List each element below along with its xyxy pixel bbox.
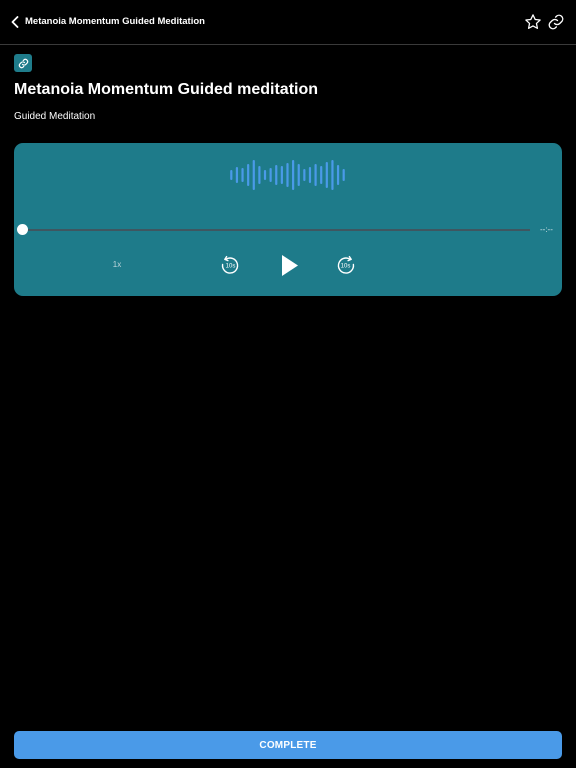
content-type-badge (14, 54, 32, 72)
rewind-10-icon: 10s (221, 255, 239, 274)
play-icon (282, 255, 298, 276)
page-subtitle: Guided Meditation (14, 111, 96, 122)
time-readout: --:-- (540, 225, 553, 234)
nav-title: Metanoia Momentum Guided Meditation (25, 16, 205, 27)
share-link-button[interactable] (547, 13, 565, 31)
audio-player-card: --:-- 1x 10s 10s (14, 143, 562, 296)
forward-10-button[interactable]: 10s (336, 255, 356, 275)
forward-10-label: 10s (341, 264, 351, 270)
star-icon (525, 14, 541, 30)
complete-button[interactable]: COMPLETE (14, 731, 562, 759)
link-icon (18, 58, 28, 68)
playback-speed-button[interactable]: 1x (110, 260, 124, 269)
favorite-button[interactable] (524, 13, 542, 31)
link-icon (548, 14, 564, 30)
play-button[interactable] (279, 253, 301, 278)
page-title: Metanoia Momentum Guided meditation (14, 81, 319, 98)
forward-10-icon: 10s (337, 255, 355, 274)
audio-waveform-icon (230, 160, 345, 190)
back-button[interactable] (8, 13, 22, 31)
rewind-10-button[interactable]: 10s (220, 255, 240, 275)
chevron-left-icon (11, 16, 19, 28)
rewind-10-label: 10s (226, 264, 236, 270)
top-navigation-bar: Metanoia Momentum Guided Meditation (0, 0, 576, 45)
progress-track[interactable] (22, 229, 530, 231)
progress-thumb[interactable] (17, 224, 28, 235)
